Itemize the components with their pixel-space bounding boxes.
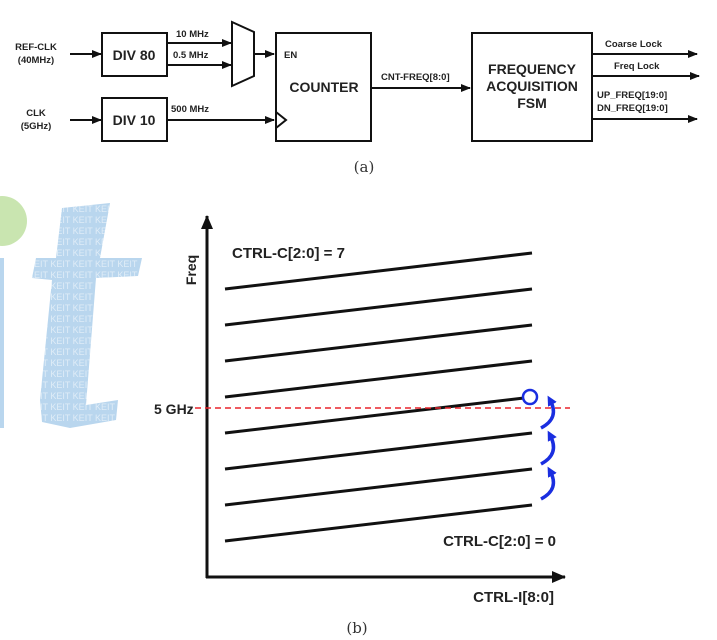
watermark-pattern-text: KEIT KEIT KEIT KEIT KEIT: [28, 391, 138, 401]
y-axis-label: Freq: [183, 255, 199, 285]
tuning-curve-6: [224, 287, 533, 327]
watermark-pattern-text: KEIT KEIT KEIT KEIT KEIT: [28, 358, 138, 368]
watermark-pattern-text: KEIT KEIT KEIT KEIT KEIT: [28, 380, 138, 390]
500mhz-label: 500 MHz: [171, 104, 209, 115]
figure: KEIT KEIT KEIT KEIT KEIT KEIT KEIT KEIT …: [0, 0, 717, 640]
watermark-pattern-text: KEIT KEIT KEIT KEIT KEIT: [28, 237, 138, 247]
top-curve-label: CTRL-C[2:0] = 7: [232, 245, 345, 262]
div10-label: DIV 10: [113, 112, 156, 128]
bottom-curve-label: CTRL-C[2:0] = 0: [443, 533, 556, 550]
watermark-pattern-text: KEIT KEIT KEIT KEIT KEIT: [28, 215, 138, 225]
watermark-pattern-text: KEIT KEIT KEIT KEIT KEIT: [28, 259, 138, 269]
watermark-pattern-text: KEIT KEIT KEIT KEIT KEIT: [28, 336, 138, 346]
tuning-curve-1: [224, 467, 533, 507]
fsm-label-line2: ACQUISITION: [486, 78, 578, 94]
step-up-arrow-2: [540, 430, 557, 466]
watermark-pattern-text: KEIT KEIT KEIT KEIT KEIT: [28, 413, 138, 423]
fsm-label-line3: FSM: [517, 95, 547, 111]
coarse-lock-label: Coarse Lock: [605, 39, 663, 50]
watermark-pattern-text: KEIT KEIT KEIT KEIT KEIT: [28, 325, 138, 335]
05mhz-label: 0.5 MHz: [173, 50, 209, 61]
watermark-pattern-text: KEIT KEIT KEIT KEIT KEIT: [28, 281, 138, 291]
div80-label: DIV 80: [113, 47, 156, 63]
up-freq-label: UP_FREQ[19:0]: [597, 90, 667, 101]
fsm-label-line1: FREQUENCY: [488, 61, 577, 77]
mux-shape: [231, 20, 255, 88]
dn-freq-label: DN_FREQ[19:0]: [597, 103, 668, 114]
watermark-pattern-text: KEIT KEIT KEIT KEIT KEIT: [28, 204, 138, 214]
watermark-pattern-text: KEIT KEIT KEIT KEIT KEIT: [28, 369, 138, 379]
caption-a: (a): [354, 158, 375, 176]
cnt-freq-label: CNT-FREQ[8:0]: [381, 72, 450, 83]
clk-freq-label: (5GHz): [21, 121, 52, 132]
counter-label: COUNTER: [289, 79, 358, 95]
ref-clk-freq-label: (40MHz): [18, 55, 54, 66]
watermark-pattern-text: KEIT KEIT KEIT KEIT KEIT: [28, 314, 138, 324]
tuning-curve-2: [224, 431, 533, 471]
watermark-pattern-text: KEIT KEIT KEIT KEIT KEIT: [28, 226, 138, 236]
watermark-pattern-text: KEIT KEIT KEIT KEIT KEIT: [28, 303, 138, 313]
counter-en-label: EN: [284, 50, 297, 61]
10mhz-label: 10 MHz: [176, 29, 209, 40]
clk-label: CLK: [26, 108, 46, 119]
step-up-arrow-1: [540, 395, 557, 430]
5ghz-label: 5 GHz: [154, 401, 194, 417]
tuning-curve-4: [224, 359, 533, 399]
freq-lock-label: Freq Lock: [614, 61, 660, 72]
x-axis-label: CTRL-I[8:0]: [473, 589, 554, 606]
watermark-pattern-text: KEIT KEIT KEIT KEIT KEIT: [28, 347, 138, 357]
frequency-plot: Freq CTRL-I[8:0] 5 GHz CTRL-C[2:0] = 7 C…: [154, 215, 570, 637]
tuning-curve-5: [224, 323, 533, 363]
watermark-pattern-text: KEIT KEIT KEIT KEIT KEIT: [28, 248, 138, 258]
watermark-pattern-text: KEIT KEIT KEIT KEIT KEIT: [28, 292, 138, 302]
watermark-logo: KEIT KEIT KEIT KEIT KEIT KEIT KEIT KEIT …: [0, 196, 142, 428]
diagram-canvas: KEIT KEIT KEIT KEIT KEIT KEIT KEIT KEIT …: [0, 20, 700, 637]
lock-point-circle-marker: [521, 388, 539, 406]
watermark-pattern-text: KEIT KEIT KEIT KEIT KEIT: [28, 402, 138, 412]
watermark-pattern-text: KEIT KEIT KEIT KEIT KEIT: [28, 270, 138, 280]
block-diagram: REF-CLK (40MHz) CLK (5GHz) DIV 80 DIV 10…: [15, 20, 700, 176]
caption-b: (b): [346, 619, 367, 637]
step-up-arrow-3: [540, 466, 557, 501]
tuning-curve-3: [224, 396, 525, 435]
ref-clk-label: REF-CLK: [15, 42, 57, 53]
